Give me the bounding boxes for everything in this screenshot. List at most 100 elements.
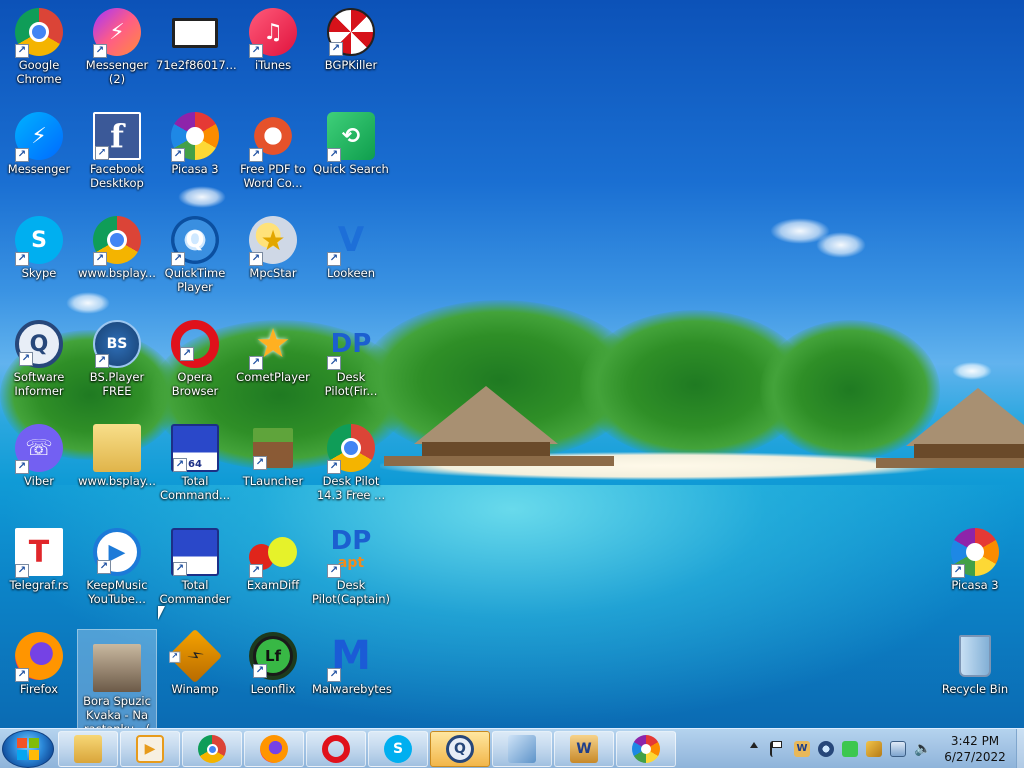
picasa-icon: ↗: [171, 112, 219, 162]
messenger-icon: ⚡ ↗: [93, 8, 141, 58]
tool-icon[interactable]: [866, 741, 882, 757]
taskbar: ▶ S Q W W 🔈 3:42 PM 6/27/2022: [0, 728, 1024, 768]
skype-icon: S ↗: [15, 216, 63, 266]
file-explorer-icon: [74, 735, 102, 763]
desktop-icon-total-commander-1[interactable]: 64 ↗ Total Command...: [156, 424, 234, 502]
taskbar-word[interactable]: W: [554, 731, 614, 767]
desktop[interactable]: ↗ Google Chrome ⚡ ↗ Messenger S ↗ Skype Q ↗…: [0, 0, 1024, 728]
desktop-icon-desk-pilot-captain[interactable]: DP apt ↗ Desk Pilot(Captain): [312, 528, 390, 606]
desktop-icon-tlauncher[interactable]: ↗ TLauncher: [234, 424, 312, 488]
desktop-icon-itunes[interactable]: ♫ ↗ iTunes: [234, 8, 312, 72]
word-icon: W: [570, 735, 598, 763]
desktop-icon-quick-search[interactable]: ⟲ ↗ Quick Search: [312, 112, 390, 176]
folder-icon: [93, 424, 141, 472]
keepmusic-icon: ▶ ↗: [93, 528, 141, 576]
quicktime-icon[interactable]: [818, 741, 834, 757]
desktop-icon-picasa-3[interactable]: ↗ Picasa 3: [156, 112, 234, 176]
deskpilot-icon: DP apt ↗: [327, 528, 375, 578]
desktop-icon-cometplayer[interactable]: ★ ↗ CometPlayer: [234, 320, 312, 384]
desktop-icon-facebook-desktop[interactable]: f ↗ Facebook Desktkop: [78, 112, 156, 190]
desktop-icon-bsplayer-free[interactable]: BS ↗ BS.Player FREE: [78, 320, 156, 398]
desktop-icon-opera[interactable]: ↗ Opera Browser: [156, 320, 234, 398]
telegraf-icon: T ↗: [15, 528, 63, 578]
word-icon[interactable]: W: [794, 741, 810, 757]
deskpilot-icon: DP ↗: [327, 320, 375, 370]
desktop-icon-skype[interactable]: S ↗ Skype: [0, 216, 78, 280]
desktop-icon-leonflix[interactable]: Lf ↗ Leonflix: [234, 632, 312, 696]
examdiff-icon: ↗: [249, 528, 297, 578]
chrome-icon: ↗: [15, 8, 63, 58]
network-icon[interactable]: [890, 741, 906, 757]
clock-time: 3:42 PM: [950, 734, 1000, 748]
taskbar-opera[interactable]: [306, 731, 366, 767]
desktop-icon-lookeen[interactable]: V ↗ Lookeen: [312, 216, 390, 280]
chrome-icon: ↗: [327, 424, 375, 474]
floppy-icon: ↗: [171, 528, 219, 576]
taskbar-firefox[interactable]: [244, 731, 304, 767]
desktop-icon-quicktime[interactable]: Q ↗ QuickTime Player: [156, 216, 234, 294]
picasa-icon: [632, 735, 660, 763]
show-desktop-button[interactable]: [1016, 729, 1024, 768]
taskbar-file-explorer[interactable]: [58, 731, 118, 767]
desktop-icon-total-commander-2[interactable]: ↗ Total Commander: [156, 528, 234, 606]
desktop-icon-firefox[interactable]: ↗ Firefox: [0, 632, 78, 696]
firefox-icon: ↗: [15, 632, 63, 682]
chevron-up-icon[interactable]: [750, 742, 758, 748]
wallpaper-cloud: [178, 186, 226, 208]
cometplayer-icon: ★ ↗: [249, 320, 297, 370]
opera-icon: [322, 735, 350, 763]
umbrella-icon: ↗: [327, 8, 375, 56]
chrome-icon: ↗: [93, 216, 141, 266]
mpcstar-icon: ★ ↗: [249, 216, 297, 266]
desktop-icon-bgpkiller[interactable]: ↗ BGPKiller: [312, 8, 390, 72]
desktop-icon-picasa-3-right[interactable]: ↗ Picasa 3: [936, 528, 1014, 592]
taskbar-chrome[interactable]: [182, 731, 242, 767]
desktop-icon-winamp[interactable]: ⚡ ↗ Winamp: [156, 628, 234, 696]
desktop-icon-image-file[interactable]: 71e2f86017...: [156, 8, 237, 72]
winamp-icon: ⚡ ↗: [167, 628, 223, 684]
clock-date: 6/27/2022: [944, 750, 1006, 764]
desktop-icon-desk-pilot-firefox[interactable]: DP ↗ Desk Pilot(Fir...: [312, 320, 390, 398]
floppy-icon: 64 ↗: [171, 424, 219, 472]
picasa-icon: ↗: [951, 528, 999, 578]
taskbar-skype[interactable]: S: [368, 731, 428, 767]
itunes-icon: ♫ ↗: [249, 8, 297, 58]
facebook-icon: f ↗: [93, 112, 141, 160]
desktop-icon-software-informer[interactable]: Q ↗ Software Informer: [0, 320, 78, 398]
skype-icon: S: [384, 735, 412, 763]
desktop-icon-keepmusic[interactable]: ▶ ↗ KeepMusic YouTube...: [78, 528, 156, 606]
viber-icon: ☏ ↗: [15, 424, 63, 474]
desktop-icon-mpcstar[interactable]: ★ ↗ MpcStar: [234, 216, 312, 280]
flag-icon[interactable]: [770, 741, 786, 757]
desktop-icon-bsplayer-chrome[interactable]: ↗ www.bsplay...: [78, 216, 156, 280]
desktop-icon-messenger[interactable]: ⚡ ↗ Messenger: [0, 112, 78, 176]
green-app-icon[interactable]: [842, 741, 858, 757]
image-file-icon: [172, 18, 218, 48]
desktop-icon-desk-pilot-14[interactable]: ↗ Desk Pilot 14.3 Free ...: [312, 424, 390, 502]
video-file-icon: [93, 644, 141, 692]
taskbar-clock[interactable]: 3:42 PM 6/27/2022: [930, 733, 1020, 765]
desktop-icon-google-chrome[interactable]: ↗ Google Chrome: [0, 8, 78, 86]
firefox-icon: [260, 735, 288, 763]
taskbar-control-panel[interactable]: [492, 731, 552, 767]
taskbar-picasa[interactable]: [616, 731, 676, 767]
desktop-icon-bora-spuzic-video[interactable]: Bora Spuzic Kvaka - Na rastanku - (: [77, 629, 157, 728]
recycle-bin-icon: [951, 632, 999, 680]
desktop-icon-viber[interactable]: ☏ ↗ Viber: [0, 424, 78, 488]
messenger-icon: ⚡ ↗: [15, 112, 63, 162]
leonflix-icon: Lf ↗: [249, 632, 297, 680]
start-button[interactable]: [2, 730, 54, 768]
desktop-icon-malwarebytes[interactable]: M ↗ Malwarebytes: [312, 632, 392, 696]
desktop-icon-recycle-bin[interactable]: Recycle Bin: [936, 632, 1014, 696]
speaker-icon[interactable]: 🔈: [914, 741, 931, 757]
desktop-icon-free-pdf-to-word[interactable]: ↗ Free PDF to Word Co...: [234, 112, 312, 190]
taskbar-software-informer[interactable]: Q: [430, 731, 490, 767]
desktop-icon-examdiff[interactable]: ↗ ExamDiff: [234, 528, 312, 592]
opera-icon: ↗: [171, 320, 219, 368]
desktop-icon-telegraf[interactable]: T ↗ Telegraf.rs: [0, 528, 78, 592]
desktop-icon-bsplayer-folder[interactable]: www.bsplay...: [78, 424, 156, 488]
malwarebytes-icon: M ↗: [327, 632, 375, 682]
desktop-icon-messenger-2[interactable]: ⚡ ↗ Messenger (2): [78, 8, 156, 86]
taskbar-media-player[interactable]: ▶: [120, 731, 180, 767]
chrome-icon: [198, 735, 226, 763]
